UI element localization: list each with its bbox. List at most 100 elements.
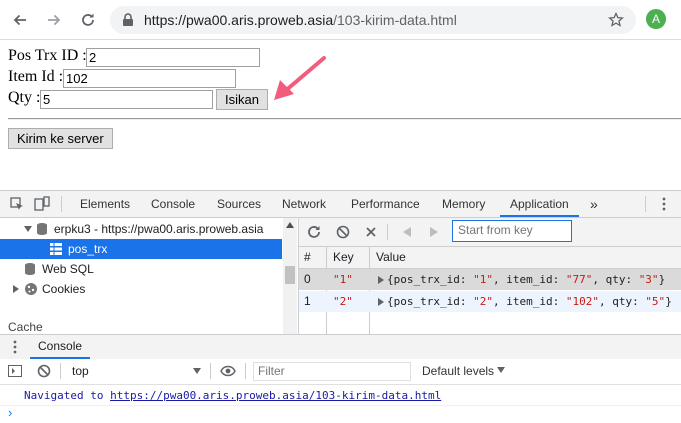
- console-message-text: Navigated to https://pwa00.aris.proweb.a…: [24, 389, 441, 402]
- row-value: {pos_trx_id: "1", item_id: "77", qty: "3…: [387, 273, 666, 286]
- tab-separator: [61, 196, 62, 212]
- delete-selected-icon[interactable]: [365, 226, 377, 238]
- sidebar-scrollbar[interactable]: [283, 218, 297, 334]
- row-key: "2": [333, 295, 353, 308]
- forward-button[interactable]: [42, 8, 66, 32]
- url-path: /103-kirim-data.html: [333, 12, 457, 28]
- tab-application[interactable]: Application: [500, 191, 579, 217]
- horizontal-rule: [8, 118, 681, 120]
- star-icon[interactable]: [608, 12, 624, 28]
- data-grid-toolbar: Start from key: [299, 218, 681, 247]
- label-item-id: Item Id :: [8, 68, 64, 85]
- clear-console-icon[interactable]: [37, 364, 51, 378]
- tree-item-web-sql[interactable]: Web SQL: [0, 259, 282, 279]
- inspect-element-icon[interactable]: [10, 197, 24, 211]
- forward-arrow-icon: [48, 14, 61, 26]
- previous-page-icon[interactable]: [403, 227, 411, 237]
- navigated-url-link[interactable]: https://pwa00.aris.proweb.asia/103-kirim…: [110, 389, 441, 402]
- navigated-text: Navigated to: [24, 389, 111, 402]
- database-icon: [37, 223, 47, 235]
- log-levels-dropdown[interactable]: Default levels: [420, 359, 510, 383]
- isikan-button[interactable]: Isikan: [216, 89, 268, 110]
- table-row[interactable]: 0 "1" {pos_trx_id: "1", item_id: "77", q…: [299, 269, 681, 290]
- expand-right-icon[interactable]: [378, 276, 384, 284]
- table-row[interactable]: 1 "2" {pos_trx_id: "2", item_id: "102", …: [299, 291, 681, 312]
- tab-performance[interactable]: Performance: [351, 191, 420, 217]
- expand-right-icon[interactable]: [378, 298, 384, 306]
- expand-right-icon: [13, 285, 19, 293]
- header-key[interactable]: Key: [333, 247, 354, 268]
- cache-section-header: Cache: [8, 320, 43, 334]
- log-levels-label: Default levels: [422, 364, 495, 378]
- back-arrow-icon: [13, 14, 26, 26]
- clear-object-store-icon[interactable]: [336, 225, 350, 239]
- tab-console[interactable]: Console: [151, 191, 195, 217]
- header-index[interactable]: #: [304, 247, 311, 268]
- grid-header-row: # Key Value: [299, 247, 681, 334]
- header-value[interactable]: Value: [376, 247, 406, 268]
- lock-icon: [123, 13, 133, 26]
- expand-down-icon: [24, 226, 32, 232]
- annotation-arrow-icon: [274, 56, 326, 100]
- console-drawer-tabbar: Console: [0, 334, 681, 360]
- store-label: pos_trx: [68, 242, 108, 256]
- row-index: 0: [304, 272, 311, 286]
- pos-trx-id-input[interactable]: [86, 48, 260, 67]
- sidebar-toggle-icon[interactable]: [8, 365, 22, 377]
- data-grid: # Key Value 0 "1" {pos_trx_id: "1", item…: [299, 247, 681, 334]
- cookies-label: Cookies: [42, 282, 86, 296]
- tab-network[interactable]: Network: [282, 191, 326, 217]
- context-selector[interactable]: top: [64, 359, 206, 383]
- dropdown-arrow-icon: [193, 368, 201, 374]
- url-host: https://pwa00.aris.proweb.asia: [144, 12, 334, 28]
- kebab-menu-icon[interactable]: [661, 197, 667, 211]
- start-from-key-input[interactable]: Start from key: [452, 220, 572, 242]
- profile-avatar[interactable]: A: [646, 9, 666, 29]
- console-output: Navigated to https://pwa00.aris.proweb.a…: [0, 385, 681, 423]
- devtools-tabbar: Elements Console Sources Network Perform…: [0, 191, 681, 218]
- reload-button[interactable]: [76, 8, 100, 32]
- console-message: Navigated to https://pwa00.aris.proweb.a…: [0, 385, 681, 406]
- dropdown-arrow-icon: [497, 367, 505, 373]
- toolbar-separator: [245, 363, 246, 379]
- more-tabs-button[interactable]: »: [590, 191, 598, 217]
- kirim-ke-server-button[interactable]: Kirim ke server: [8, 128, 113, 149]
- tab-console-drawer[interactable]: Console: [30, 335, 91, 359]
- tree-item-cookies[interactable]: Cookies: [0, 279, 282, 299]
- devtools-panel: Elements Console Sources Network Perform…: [0, 190, 681, 423]
- application-sidebar: erpku3 - https://pwa00.aris.proweb.asia …: [0, 218, 299, 334]
- drawer-menu-icon[interactable]: [12, 340, 18, 354]
- back-button[interactable]: [8, 8, 32, 32]
- tree-item-pos-trx[interactable]: pos_trx: [0, 239, 282, 259]
- tab-memory[interactable]: Memory: [442, 191, 485, 217]
- console-toolbar: top Filter Default levels: [0, 359, 681, 385]
- database-label: erpku3 - https://pwa00.aris.proweb.asia: [54, 222, 264, 236]
- label-pos-trx-id: Pos Trx ID :: [8, 47, 87, 64]
- scroll-thumb[interactable]: [285, 266, 295, 284]
- row-value: {pos_trx_id: "2", item_id: "102", qty: "…: [387, 295, 672, 308]
- next-page-icon[interactable]: [430, 227, 438, 237]
- url-text: https://pwa00.aris.proweb.asia/103-kirim…: [144, 12, 457, 28]
- scroll-up-icon[interactable]: [286, 222, 294, 228]
- live-expression-eye-icon[interactable]: [220, 365, 236, 377]
- reload-icon: [82, 13, 94, 26]
- device-toolbar-icon[interactable]: [34, 196, 50, 212]
- qty-input[interactable]: [40, 90, 213, 109]
- row-key: "1": [333, 273, 353, 286]
- address-bar[interactable]: https://pwa00.aris.proweb.asia/103-kirim…: [110, 6, 636, 34]
- toolbar-separator: [210, 363, 211, 379]
- database-icon: [25, 263, 35, 275]
- toolbar-separator: [60, 363, 61, 379]
- web-sql-label: Web SQL: [42, 262, 94, 276]
- table-grid-icon: [50, 243, 62, 255]
- item-id-input[interactable]: [63, 69, 236, 88]
- console-prompt[interactable]: ›: [8, 405, 12, 420]
- tab-separator: [645, 196, 646, 212]
- tab-sources[interactable]: Sources: [217, 191, 261, 217]
- label-qty: Qty :: [8, 89, 41, 106]
- tab-elements[interactable]: Elements: [80, 191, 130, 217]
- tree-item-database[interactable]: erpku3 - https://pwa00.aris.proweb.asia: [0, 219, 282, 239]
- context-label: top: [72, 364, 89, 378]
- console-filter-input[interactable]: Filter: [253, 362, 411, 381]
- refresh-icon[interactable]: [307, 225, 321, 239]
